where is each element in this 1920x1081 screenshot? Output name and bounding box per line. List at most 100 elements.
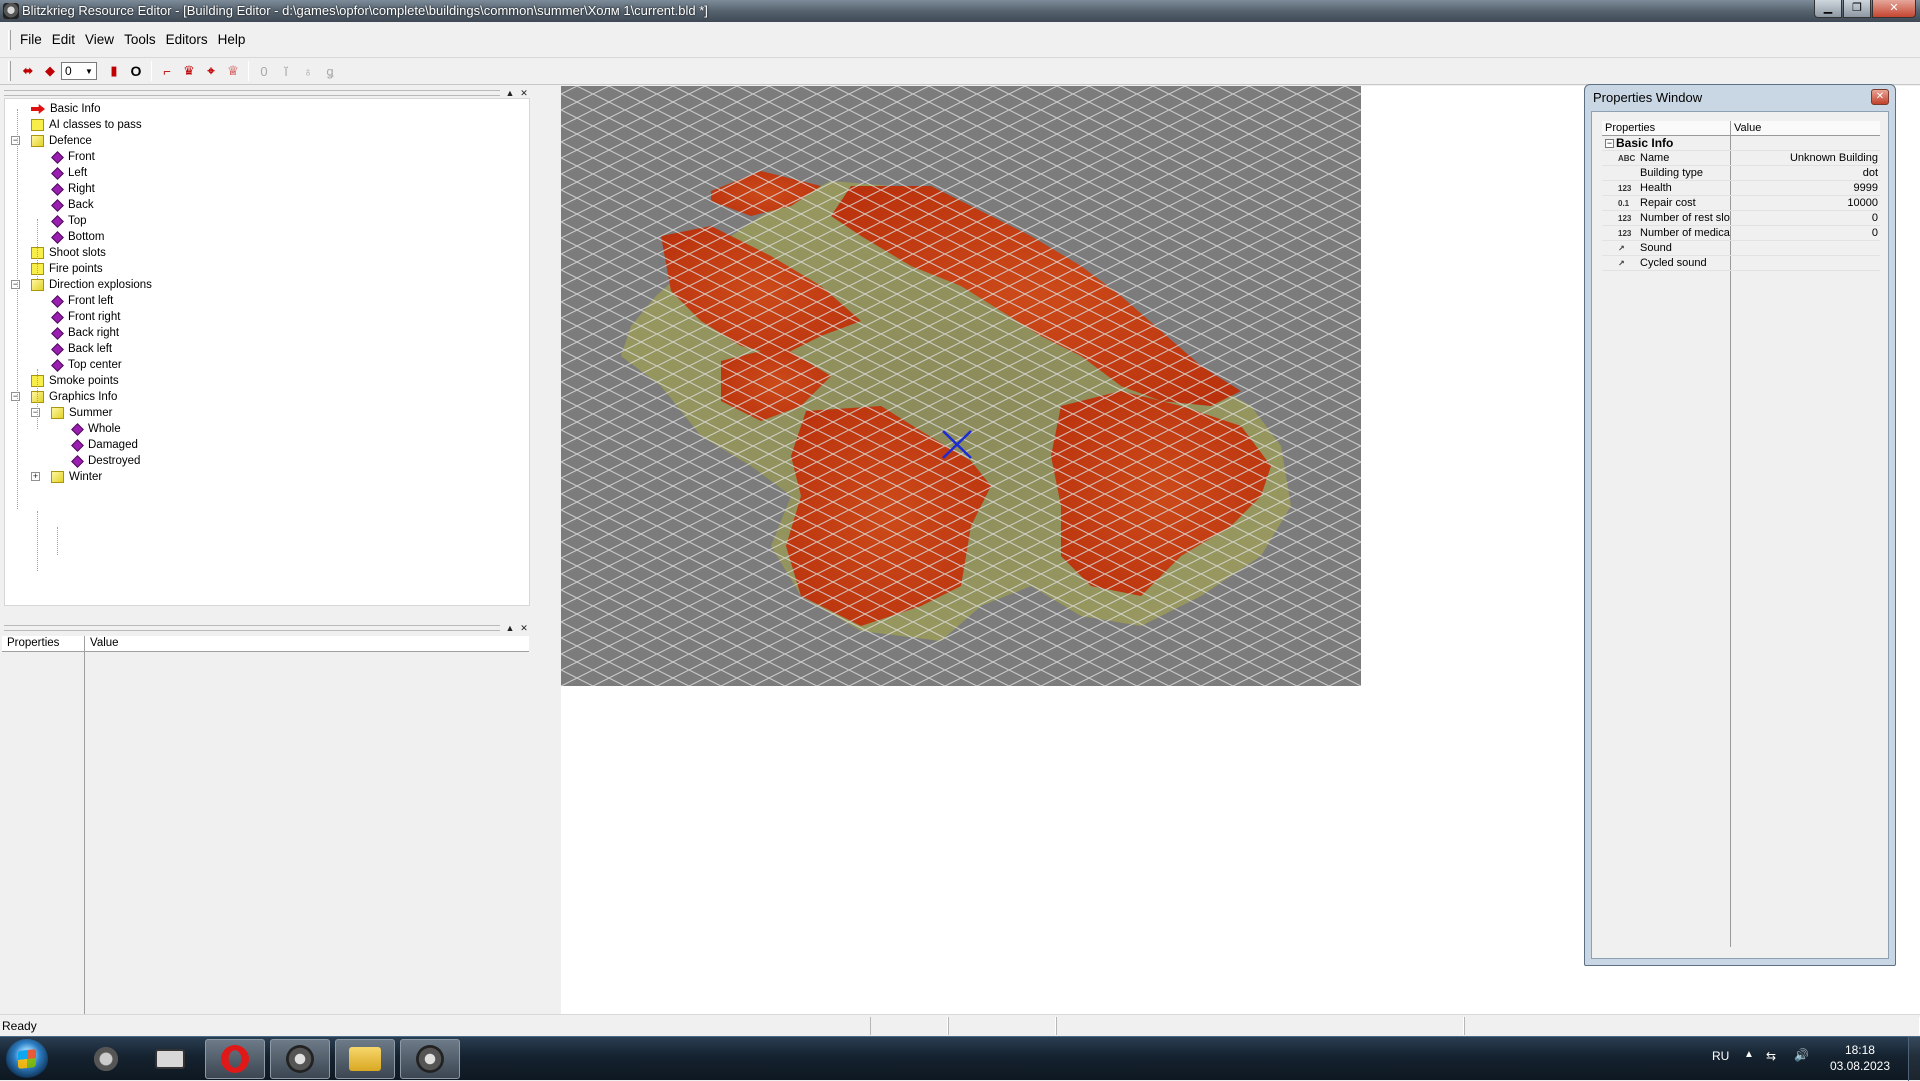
tree-item[interactable]: Left (51, 165, 87, 181)
blitzkrieg-editor-app-icon[interactable] (400, 1039, 460, 1079)
tree-item[interactable]: Back (51, 197, 94, 213)
tree-item[interactable]: Basic Info (31, 101, 101, 117)
building-viewport[interactable] (561, 86, 1361, 686)
tree-item[interactable]: Direction explosions (31, 277, 152, 293)
figure-gray-icon[interactable]: ĭ (275, 60, 297, 82)
hook-gray-icon[interactable]: ǥ (319, 60, 341, 82)
tree-item[interactable]: Winter (51, 469, 102, 485)
gun-icon[interactable]: ⌐ (156, 60, 178, 82)
drop-gray-icon[interactable]: ♁ (297, 60, 319, 82)
collapse-icon[interactable]: − (11, 136, 20, 145)
terrain-view[interactable] (561, 86, 1361, 686)
properties-grid[interactable]: Properties Value − Basic Info ABC Name Unk… (1602, 121, 1880, 947)
property-row[interactable]: ↗ Cycled sound (1602, 256, 1880, 271)
property-value[interactable]: 0 (1736, 211, 1880, 226)
menu-tools[interactable]: Tools (119, 22, 161, 58)
tree-item[interactable]: Front left (51, 293, 113, 309)
clock[interactable]: 18:18 03.08.2023 (1830, 1042, 1890, 1074)
flag-icon[interactable]: ▮ (103, 60, 125, 82)
tree-item[interactable]: Front right (51, 309, 120, 325)
close-button[interactable]: ✕ (1872, 0, 1916, 18)
property-value[interactable]: 9999 (1736, 181, 1880, 196)
property-value[interactable]: 0 (1736, 226, 1880, 241)
target-icon[interactable]: ⌖ (200, 60, 222, 82)
zero-icon[interactable]: O (125, 60, 147, 82)
property-row[interactable]: ↗ Sound (1602, 241, 1880, 256)
tree-item[interactable]: Top (51, 213, 87, 229)
zero-gray-icon[interactable]: 0 (253, 60, 275, 82)
tree-item[interactable]: Bottom (51, 229, 104, 245)
blitzkrieg-app-icon[interactable] (270, 1039, 330, 1079)
props-pane-grip[interactable] (4, 625, 500, 631)
tree-item[interactable]: AI classes to pass (31, 117, 142, 133)
tree-item[interactable]: Right (51, 181, 95, 197)
tree-item[interactable]: Back right (51, 325, 119, 341)
properties-window[interactable]: Properties Window ✕ Properties Value − B… (1584, 84, 1896, 966)
minimize-button[interactable]: ▁ (1814, 0, 1842, 18)
tree-item[interactable]: Damaged (71, 437, 138, 453)
expand-icon[interactable]: + (31, 472, 40, 481)
property-value[interactable]: dot (1736, 166, 1880, 181)
start-button[interactable] (6, 1039, 48, 1079)
diamond-icon[interactable]: ◆ (39, 60, 61, 82)
property-row[interactable]: 0.1 Repair cost 10000 (1602, 196, 1880, 211)
restore-button[interactable]: ❐ (1843, 0, 1871, 18)
toolbar-grip[interactable] (8, 61, 11, 81)
property-row[interactable]: 123 Number of medical 0 (1602, 226, 1880, 241)
crown-icon[interactable]: ♛ (178, 60, 200, 82)
volume-icon[interactable]: 🔊 (1794, 1048, 1809, 1062)
menubar-grip[interactable] (8, 29, 11, 50)
menu-edit[interactable]: Edit (47, 22, 80, 58)
tree-item[interactable]: Graphics Info (31, 389, 117, 405)
collapse-icon[interactable]: − (31, 408, 40, 417)
col-value[interactable]: Value (90, 637, 119, 649)
title-bar[interactable]: Blitzkrieg Resource Editor - [Building E… (0, 0, 1920, 22)
column-divider[interactable] (84, 636, 85, 1016)
tree-item[interactable]: Front (51, 149, 95, 165)
property-row[interactable]: ABC Name Unknown Building (1602, 151, 1880, 166)
group-basic-info[interactable]: − Basic Info (1602, 136, 1880, 151)
tree-item[interactable]: Destroyed (71, 453, 140, 469)
left-properties-grid[interactable]: Properties Value (0, 636, 532, 1016)
menu-file[interactable]: File (15, 22, 47, 58)
pane-maximize-icon[interactable]: ▲ (504, 622, 516, 634)
tree-item[interactable]: Shoot slots (31, 245, 106, 261)
tree-item[interactable]: Defence (31, 133, 92, 149)
property-row[interactable]: 123 Number of rest slot 0 (1602, 211, 1880, 226)
tree-item[interactable]: Whole (71, 421, 121, 437)
double-arrow-icon[interactable]: ⬌ (17, 60, 39, 82)
show-desktop-button[interactable] (1908, 1037, 1920, 1081)
tree-item[interactable]: Fire points (31, 261, 103, 277)
collapse-icon[interactable]: − (11, 280, 20, 289)
collapse-icon[interactable]: − (1605, 139, 1614, 148)
network-icon[interactable]: ⇆ (1766, 1049, 1776, 1063)
tree-item[interactable]: Summer (51, 405, 112, 421)
crown-x-icon[interactable]: ♕ (222, 60, 244, 82)
menu-help[interactable]: Help (213, 22, 251, 58)
speaker-app-icon[interactable] (76, 1039, 136, 1079)
tree-pane-grip[interactable] (4, 90, 500, 96)
language-indicator[interactable]: RU (1712, 1049, 1729, 1063)
opera-app-icon[interactable] (205, 1039, 265, 1079)
close-icon[interactable]: ✕ (1871, 89, 1889, 105)
menu-view[interactable]: View (80, 22, 119, 58)
app-icon[interactable] (3, 3, 19, 19)
tree-item[interactable]: Top center (51, 357, 122, 373)
col-properties[interactable]: Properties (7, 637, 59, 649)
tree-item[interactable]: Back left (51, 341, 112, 357)
pane-close-icon[interactable]: ✕ (518, 622, 530, 634)
collapse-icon[interactable]: − (11, 392, 20, 401)
chevron-down-icon[interactable]: ▼ (82, 63, 96, 79)
col-value[interactable]: Value (1734, 122, 1761, 134)
tree-item[interactable]: Smoke points (31, 373, 119, 389)
zoom-combo[interactable]: 0 ▼ (61, 62, 97, 80)
property-value[interactable]: 10000 (1736, 196, 1880, 211)
property-value[interactable]: Unknown Building (1736, 151, 1880, 166)
col-properties[interactable]: Properties (1605, 122, 1655, 134)
explorer-app-icon[interactable] (335, 1039, 395, 1079)
camera-app-icon[interactable] (140, 1039, 200, 1079)
resource-tree[interactable]: Basic Info AI classes to pass Defence − Fron… (4, 98, 530, 606)
tray-expand-icon[interactable]: ▲ (1744, 1049, 1754, 1060)
property-row[interactable]: 123 Health 9999 (1602, 181, 1880, 196)
menu-editors[interactable]: Editors (161, 22, 213, 58)
